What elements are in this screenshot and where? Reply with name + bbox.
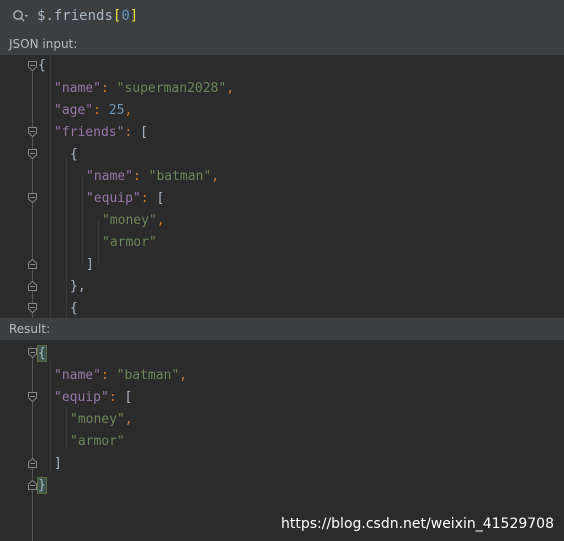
code-line: { [38,58,46,73]
fold-end-icon[interactable] [28,259,37,269]
fold-guide [32,354,33,541]
matched-brace: { [37,345,47,362]
fold-end-icon[interactable] [28,480,37,490]
code-line: "money", [102,213,165,228]
result-editor[interactable]: { "name": "batman", "equip": [ "money", … [0,340,564,541]
code-line: ] [86,257,94,272]
fold-end-icon[interactable] [28,458,37,468]
json-input-label: JSON input: [0,33,564,55]
fold-end-icon[interactable] [28,281,37,291]
indent-guide [66,154,67,318]
indent-guide [50,362,51,472]
fold-open-icon[interactable] [28,348,37,358]
indent-guide [50,55,51,318]
code-line: "friends": [ [54,125,148,140]
code-line: "equip": [ [54,390,133,405]
code-line: "age": 25, [54,103,133,118]
json-input-editor[interactable]: { "name": "superman2028", "age": 25, "fr… [0,55,564,318]
code-line: { [37,343,47,365]
fold-open-icon[interactable] [28,61,37,71]
code-line: ] [54,456,62,471]
code-line: { [70,147,78,162]
jsonpath-query-input[interactable]: $.friends[0] [37,6,138,26]
fold-open-icon[interactable] [28,193,37,203]
code-line: } [37,475,47,497]
code-line: "name": "superman2028", [54,81,235,96]
code-line: "equip": [ [86,191,165,206]
code-line: "name": "batman", [86,169,220,184]
code-line: "name": "batman", [54,368,188,383]
fold-open-icon[interactable] [28,127,37,137]
indent-guide [98,220,99,264]
query-path: .friends [45,8,113,24]
indent-guide [66,406,67,450]
code-line: "armor" [102,235,157,250]
code-line: { [70,301,78,316]
fold-open-icon[interactable] [28,149,37,159]
query-index: 0 [121,8,130,24]
indent-guide [82,176,83,264]
query-close-bracket: ] [129,8,139,24]
fold-open-icon[interactable] [28,303,37,313]
matched-brace: } [37,477,47,494]
code-line: "armor" [70,434,125,449]
code-line: "money", [70,412,133,427]
search-history-icon[interactable] [12,9,29,23]
fold-open-icon[interactable] [28,392,37,402]
query-bar[interactable]: $.friends[0] [0,0,564,34]
code-line: }, [70,279,86,294]
watermark: https://blog.csdn.net/weixin_41529708 [280,516,554,532]
result-label: Result: [0,318,564,340]
